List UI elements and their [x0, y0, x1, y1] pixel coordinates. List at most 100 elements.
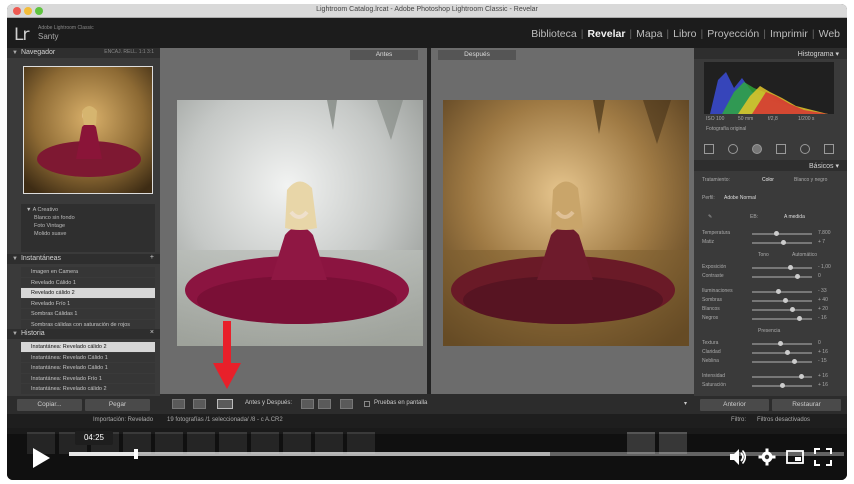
snapshot-item[interactable]: Revelado Cálido 1: [21, 277, 155, 287]
brush-tool-icon[interactable]: [824, 144, 834, 154]
crop-tool-icon[interactable]: [704, 144, 714, 154]
history-item[interactable]: Instantánea: Revelado Frío 1: [21, 373, 155, 383]
slider-track[interactable]: [752, 341, 812, 346]
snapshot-item-selected[interactable]: Revelado cálido 2: [21, 288, 155, 298]
history-item[interactable]: Instantánea: Revelado cálido 2: [21, 384, 155, 394]
slider-handle[interactable]: [778, 341, 783, 346]
slider-value[interactable]: - 16: [818, 315, 827, 321]
graduated-filter-tool-icon[interactable]: [776, 144, 786, 154]
snapshot-item[interactable]: Sombras Cálidas 1: [21, 309, 155, 319]
eyedropper-icon[interactable]: ✎: [708, 214, 712, 220]
snapshots-header[interactable]: ▼ Instantáneas +: [7, 254, 160, 264]
module-libro[interactable]: Libro: [670, 28, 699, 40]
slider-track[interactable]: [752, 316, 812, 321]
slider-value[interactable]: 7.800: [818, 230, 831, 236]
slider-handle[interactable]: [781, 240, 786, 245]
histogram[interactable]: [704, 62, 834, 114]
previous-button[interactable]: Anterior: [700, 399, 769, 411]
slider-value[interactable]: + 16: [818, 373, 828, 379]
slider-track[interactable]: [752, 298, 812, 303]
slider-handle[interactable]: [797, 316, 802, 321]
slider-value[interactable]: - 1,00: [818, 264, 831, 270]
after-photo[interactable]: [443, 100, 689, 346]
slider-value[interactable]: - 33: [818, 288, 827, 294]
module-proyeccion[interactable]: Proyección: [704, 28, 762, 40]
soft-proof-checkbox[interactable]: [364, 401, 370, 407]
history-item-selected[interactable]: Instantánea: Revelado cálido 2: [21, 342, 155, 352]
fullscreen-icon[interactable]: [814, 448, 832, 466]
history-item[interactable]: Instantánea: Revelado Cálido 1: [21, 363, 155, 373]
slider-track[interactable]: [752, 359, 812, 364]
slider-handle[interactable]: [788, 265, 793, 270]
slider-track[interactable]: [752, 289, 812, 294]
slider-handle[interactable]: [799, 374, 804, 379]
navigator-preview[interactable]: [23, 66, 153, 194]
module-web[interactable]: Web: [816, 28, 843, 40]
picture-in-picture-icon[interactable]: [786, 448, 804, 466]
clear-history-icon[interactable]: ×: [150, 329, 154, 336]
reset-button[interactable]: Restaurar: [772, 399, 841, 411]
slider-track[interactable]: [752, 307, 812, 312]
profile-value[interactable]: Adobe Normal: [724, 195, 756, 201]
module-imprimir[interactable]: Imprimir: [767, 28, 811, 40]
video-progress-bar[interactable]: [69, 449, 844, 459]
filter-value[interactable]: Filtros desactivados: [757, 417, 810, 423]
slider-track[interactable]: [752, 374, 812, 379]
split-divider[interactable]: [427, 48, 431, 394]
before-after-view-button[interactable]: [217, 399, 233, 409]
wb-value[interactable]: A medida: [784, 214, 805, 220]
slider-value[interactable]: + 40: [818, 297, 828, 303]
spot-removal-tool-icon[interactable]: [728, 144, 738, 154]
original-photo-checkbox[interactable]: Fotografía original: [706, 126, 746, 132]
slider-track[interactable]: [752, 383, 812, 388]
slider-handle[interactable]: [795, 274, 800, 279]
slider-handle[interactable]: [776, 289, 781, 294]
preset-item[interactable]: Molido suave: [26, 231, 150, 239]
history-item[interactable]: Instantánea: Revelado Cálido 1: [21, 352, 155, 362]
treatment-bw[interactable]: Blanco y negro: [794, 177, 827, 183]
module-biblioteca[interactable]: Biblioteca: [528, 28, 580, 40]
snapshot-item[interactable]: Revelado Frío 1: [21, 298, 155, 308]
before-photo[interactable]: [177, 100, 423, 346]
slider-handle[interactable]: [783, 298, 788, 303]
slider-handle[interactable]: [774, 231, 779, 236]
navigator-zoom-options[interactable]: ENCAJ. RELL. 1:1 3:1: [104, 49, 154, 55]
radial-filter-tool-icon[interactable]: [800, 144, 810, 154]
add-snapshot-icon[interactable]: +: [150, 254, 154, 261]
filmstrip-source[interactable]: Importación: Revelado: [93, 417, 153, 423]
navigator-header[interactable]: ▼ Navegador ENCAJ. RELL. 1:1 3:1: [7, 48, 160, 58]
slider-value[interactable]: 0: [818, 273, 821, 279]
slider-handle[interactable]: [790, 307, 795, 312]
history-header[interactable]: ▼ Historia ×: [7, 329, 160, 339]
preset-folder[interactable]: ▼ A Creativo: [26, 207, 150, 215]
slider-value[interactable]: 0: [818, 340, 821, 346]
slider-track[interactable]: [752, 265, 812, 270]
slider-value[interactable]: + 16: [818, 349, 828, 355]
swap-before-after-button[interactable]: [340, 399, 353, 409]
toolbar-menu-icon[interactable]: ▾: [684, 400, 687, 407]
loupe-view-button[interactable]: [172, 399, 185, 409]
basic-header[interactable]: Básicos ▾: [694, 160, 847, 171]
paste-button[interactable]: Pegar: [85, 399, 150, 411]
progress-handle[interactable]: [134, 449, 139, 459]
slider-value[interactable]: + 20: [818, 306, 828, 312]
preset-item[interactable]: Blanco sin fondo: [26, 215, 150, 223]
settings-gear-icon[interactable]: [758, 448, 776, 466]
slider-handle[interactable]: [792, 359, 797, 364]
histogram-header[interactable]: Histograma ▾: [694, 48, 847, 59]
copy-after-to-before-button[interactable]: [318, 399, 331, 409]
preset-item[interactable]: Foto Vintage: [26, 223, 150, 231]
module-revelar[interactable]: Revelar: [584, 28, 628, 40]
snapshot-item[interactable]: Sombras cálidas con saturación de rojos: [21, 319, 155, 329]
copy-button[interactable]: Copiar...: [17, 399, 82, 411]
slider-track[interactable]: [752, 274, 812, 279]
volume-icon[interactable]: [729, 448, 747, 466]
snapshot-item[interactable]: Imagen en Camera: [21, 267, 155, 277]
module-mapa[interactable]: Mapa: [633, 28, 665, 40]
play-icon[interactable]: [31, 447, 51, 469]
red-eye-tool-icon[interactable]: [752, 144, 762, 154]
slider-value[interactable]: + 16: [818, 382, 828, 388]
slider-value[interactable]: + 7: [818, 239, 825, 245]
slider-handle[interactable]: [780, 383, 785, 388]
slider-track[interactable]: [752, 231, 812, 236]
